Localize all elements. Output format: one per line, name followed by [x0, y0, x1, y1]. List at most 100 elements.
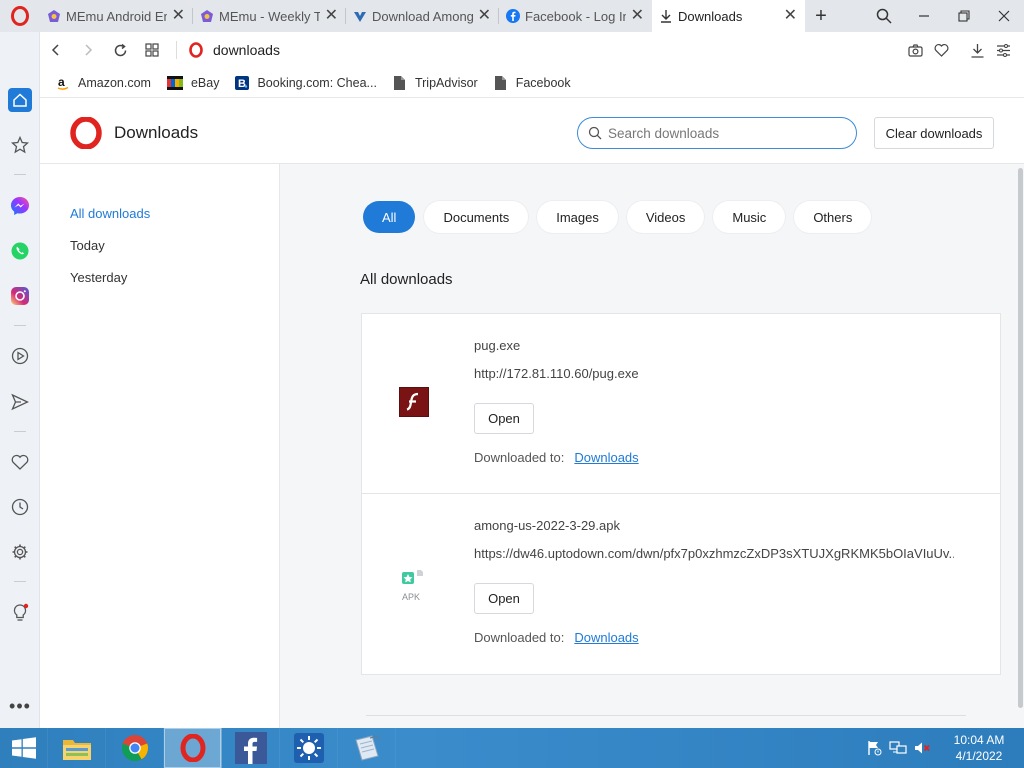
nav-today[interactable]: Today: [70, 238, 105, 253]
open-button[interactable]: Open: [474, 583, 534, 614]
tab-download-among[interactable]: Download Among ✕: [346, 0, 499, 32]
my-flow-send-icon[interactable]: [8, 390, 32, 414]
tips-lightbulb-icon[interactable]: [8, 601, 32, 625]
minimize-button[interactable]: [904, 0, 944, 32]
filter-music[interactable]: Music: [713, 201, 786, 233]
filter-documents[interactable]: Documents: [424, 201, 529, 233]
download-url: http://172.81.110.60/pug.exe: [474, 366, 639, 381]
bookmarks-heart-icon[interactable]: [8, 450, 32, 474]
home-icon[interactable]: [8, 88, 32, 112]
close-tab-icon[interactable]: ✕: [325, 8, 338, 24]
nav-yesterday[interactable]: Yesterday: [70, 270, 127, 285]
action-center-flag-icon[interactable]: [862, 728, 886, 768]
downloaded-to-label: Downloaded to:: [474, 450, 565, 465]
nav-all-downloads[interactable]: All downloads: [70, 206, 150, 221]
page-scrollbar[interactable]: [1016, 164, 1024, 728]
brightness-sun-icon: [293, 733, 324, 763]
bookmark-heart-icon[interactable]: [928, 32, 954, 68]
page-title: Downloads: [114, 123, 199, 142]
sidebar-divider: [14, 325, 26, 326]
downloaded-to-label: Downloaded to:: [474, 630, 565, 645]
download-item: APK among-us-2022-3-29.apk https://dw46.…: [361, 494, 1001, 675]
taskbar-notepad[interactable]: [338, 728, 396, 768]
forward-arrow-icon: [85, 44, 93, 56]
downloads-header: Downloads Clear downloads: [40, 99, 1024, 164]
reload-button[interactable]: [104, 32, 136, 68]
opera-menu-button[interactable]: [0, 0, 40, 32]
start-button[interactable]: [0, 728, 48, 768]
window-controls: [864, 0, 1024, 32]
address-field[interactable]: downloads: [213, 42, 280, 58]
taskbar-facebook[interactable]: [222, 728, 280, 768]
bookmark-facebook[interactable]: Facebook: [494, 75, 571, 90]
easy-setup-icon[interactable]: [990, 32, 1016, 68]
download-folder-link[interactable]: Downloads: [574, 630, 638, 645]
player-icon[interactable]: [8, 344, 32, 368]
close-tab-icon[interactable]: ✕: [478, 8, 491, 24]
search-box[interactable]: [577, 117, 857, 149]
history-clock-icon[interactable]: [8, 495, 32, 519]
back-button[interactable]: [40, 32, 72, 68]
svg-text:a: a: [58, 76, 65, 89]
back-arrow-icon: [51, 44, 59, 56]
reload-icon: [114, 43, 126, 56]
taskbar-opera[interactable]: [164, 728, 222, 768]
notepad-icon: [354, 735, 380, 761]
network-icon[interactable]: [886, 728, 910, 768]
chrome-icon: [121, 735, 148, 762]
whatsapp-icon[interactable]: [8, 239, 32, 263]
downloads-page: Downloads Clear downloads All downloads …: [40, 99, 1024, 728]
download-folder-link[interactable]: Downloads: [574, 450, 638, 465]
clock-time: 10:04 AM: [953, 733, 1005, 747]
filter-others[interactable]: Others: [794, 201, 872, 233]
open-button[interactable]: Open: [474, 403, 534, 434]
uptodown-icon: [352, 8, 368, 24]
search-input[interactable]: [608, 125, 838, 141]
filter-images[interactable]: Images: [537, 201, 618, 233]
windows-logo-icon: [11, 737, 36, 759]
forward-button[interactable]: [72, 32, 104, 68]
booking-icon: B: [235, 75, 250, 90]
downloads-toolbar-icon[interactable]: [964, 32, 990, 68]
filter-chips: All Documents Images Videos Music Others: [363, 201, 880, 233]
close-window-button[interactable]: [984, 0, 1024, 32]
filter-all[interactable]: All: [363, 201, 416, 233]
filter-videos[interactable]: Videos: [626, 201, 705, 233]
close-tab-icon[interactable]: ✕: [172, 8, 185, 24]
restore-button[interactable]: [944, 0, 984, 32]
site-opera-icon: [189, 42, 203, 58]
new-tab-button[interactable]: +: [805, 0, 837, 32]
taskbar-brightness[interactable]: [280, 728, 338, 768]
clear-downloads-button[interactable]: Clear downloads: [874, 117, 994, 149]
bookmark-tripadvisor[interactable]: TripAdvisor: [393, 75, 478, 90]
snapshot-camera-icon[interactable]: [902, 32, 928, 68]
opera-browser-window: MEmu Android Em ✕ MEmu - Weekly To ✕ Dow…: [0, 0, 1024, 768]
instagram-icon[interactable]: [8, 284, 32, 308]
more-options-icon[interactable]: •••: [8, 694, 32, 718]
close-tab-icon[interactable]: ✕: [631, 8, 644, 24]
speed-dial-star-icon[interactable]: [8, 133, 32, 157]
memu-icon: [199, 8, 215, 24]
bookmark-ebay[interactable]: eBay: [166, 75, 220, 90]
messenger-icon[interactable]: [8, 194, 32, 218]
bookmark-amazon[interactable]: a Amazon.com: [56, 76, 151, 90]
scrollbar-thumb[interactable]: [1018, 168, 1023, 708]
speed-dial-button[interactable]: [136, 32, 168, 68]
download-location: Downloaded to: Downloads: [474, 630, 639, 645]
taskbar-file-explorer[interactable]: [48, 728, 106, 768]
tab-memu-weekly[interactable]: MEmu - Weekly To ✕: [193, 0, 346, 32]
taskbar-clock[interactable]: 10:04 AM 4/1/2022: [934, 732, 1024, 764]
settings-gear-icon[interactable]: [8, 540, 32, 564]
tab-memu-android[interactable]: MEmu Android Em ✕: [40, 0, 193, 32]
apk-label: APK: [402, 592, 421, 602]
bookmark-label: eBay: [190, 75, 220, 90]
download-url: https://dw46.uptodown.com/dwn/pfx7p0xzhm…: [474, 546, 954, 561]
bookmark-booking[interactable]: B Booking.com: Chea...: [235, 75, 377, 90]
tab-downloads[interactable]: Downloads ✕: [652, 0, 805, 32]
taskbar-chrome[interactable]: [106, 728, 164, 768]
tab-facebook[interactable]: Facebook - Log In ✕: [499, 0, 652, 32]
volume-muted-icon[interactable]: [910, 728, 934, 768]
close-tab-icon[interactable]: ✕: [784, 8, 797, 24]
search-tabs-icon[interactable]: [864, 0, 904, 32]
